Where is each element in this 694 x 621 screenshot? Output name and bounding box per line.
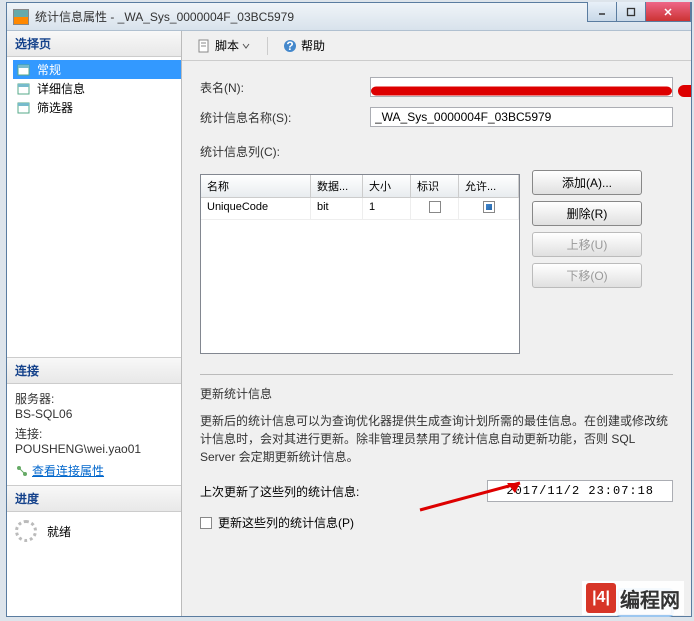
- select-page-header: 选择页: [7, 31, 181, 57]
- update-header: 更新统计信息: [200, 385, 272, 402]
- add-button[interactable]: 添加(A)...: [532, 170, 642, 195]
- connection-icon: [15, 464, 29, 478]
- cell-name: UniqueCode: [201, 198, 311, 219]
- page-icon: [17, 101, 33, 115]
- update-checkbox-label: 更新这些列的统计信息(P): [218, 514, 354, 531]
- grid-container: 名称 数据... 大小 标识 允许... UniqueCode bit 1: [200, 170, 673, 354]
- remove-button[interactable]: 删除(R): [532, 201, 642, 226]
- cell-allow[interactable]: [459, 198, 519, 219]
- tree-item-details[interactable]: 详细信息: [13, 79, 181, 98]
- minimize-button[interactable]: [587, 2, 617, 22]
- help-icon: ?: [282, 38, 298, 54]
- svg-text:?: ?: [286, 39, 293, 53]
- progress-section: 进度 就绪: [7, 485, 181, 550]
- script-button[interactable]: 脚本: [190, 35, 259, 56]
- watermark-text: 编程网: [620, 584, 680, 613]
- move-down-button[interactable]: 下移(O): [532, 263, 642, 288]
- col-allow[interactable]: 允许...: [459, 175, 519, 197]
- window-controls: [588, 2, 691, 22]
- conn-value: POUSHENG\wei.yao01: [15, 442, 173, 456]
- table-name-label: 表名(N):: [200, 79, 370, 96]
- toolbar: 脚本 ? 帮助: [182, 31, 691, 61]
- page-tree: 常规 详细信息 筛选器: [7, 57, 181, 357]
- tree-item-filter[interactable]: 筛选器: [13, 98, 181, 117]
- tree-label: 详细信息: [37, 80, 85, 97]
- tree-label: 筛选器: [37, 99, 73, 116]
- stat-name-label: 统计信息名称(S):: [200, 109, 370, 126]
- cell-flag[interactable]: [411, 198, 459, 219]
- right-panel: 脚本 ? 帮助 表名(N): 统计信息名称(S):: [182, 31, 691, 616]
- stat-name-input[interactable]: [370, 107, 673, 127]
- close-button[interactable]: [645, 2, 691, 22]
- update-checkbox[interactable]: [200, 517, 212, 529]
- view-connection-props-link[interactable]: 查看连接属性: [15, 462, 173, 479]
- col-datatype[interactable]: 数据...: [311, 175, 363, 197]
- help-button[interactable]: ? 帮助: [276, 35, 331, 56]
- left-panel: 选择页 常规 详细信息 筛选器 连接 服务器: BS-SQL06: [7, 31, 182, 616]
- col-flag[interactable]: 标识: [411, 175, 459, 197]
- side-buttons: 添加(A)... 删除(R) 上移(U) 下移(O): [532, 170, 642, 288]
- conn-label: 连接:: [15, 425, 173, 442]
- script-icon: [196, 38, 212, 54]
- columns-grid[interactable]: 名称 数据... 大小 标识 允许... UniqueCode bit 1: [200, 174, 520, 354]
- progress-header: 进度: [7, 486, 181, 512]
- app-icon: [13, 9, 29, 25]
- page-icon: [17, 82, 33, 96]
- table-name-input[interactable]: [370, 77, 673, 97]
- page-icon: [17, 63, 33, 77]
- last-updated-label: 上次更新了这些列的统计信息:: [200, 483, 359, 500]
- watermark: |4| 编程网: [582, 581, 684, 615]
- title-bar[interactable]: 统计信息属性 - _WA_Sys_0000004F_03BC5979: [7, 3, 691, 31]
- server-label: 服务器:: [15, 390, 173, 407]
- grid-header: 名称 数据... 大小 标识 允许...: [201, 175, 519, 198]
- cell-size: 1: [363, 198, 411, 219]
- tree-label: 常规: [37, 61, 61, 78]
- chevron-down-icon: [242, 38, 250, 54]
- col-size[interactable]: 大小: [363, 175, 411, 197]
- progress-status: 就绪: [47, 523, 71, 540]
- properties-window: 统计信息属性 - _WA_Sys_0000004F_03BC5979 选择页 常…: [6, 2, 692, 617]
- annotation-arrow-icon: [415, 475, 535, 518]
- cell-datatype: bit: [311, 198, 363, 219]
- table-row[interactable]: UniqueCode bit 1: [201, 198, 519, 220]
- move-up-button[interactable]: 上移(U): [532, 232, 642, 257]
- separator: [267, 37, 268, 55]
- progress-spinner-icon: [15, 520, 37, 542]
- col-name[interactable]: 名称: [201, 175, 311, 197]
- content-area: 表名(N): 统计信息名称(S): 统计信息列(C): 名称 数据...: [182, 61, 691, 616]
- body: 选择页 常规 详细信息 筛选器 连接 服务器: BS-SQL06: [7, 31, 691, 616]
- update-description: 更新后的统计信息可以为查询优化器提供生成查询计划所需的最佳信息。在创建或修改统计…: [200, 412, 673, 466]
- connection-header: 连接: [7, 358, 181, 384]
- watermark-logo-icon: |4|: [586, 583, 616, 613]
- connection-section: 连接 服务器: BS-SQL06 连接: POUSHENG\wei.yao01 …: [7, 357, 181, 485]
- server-value: BS-SQL06: [15, 407, 173, 421]
- tree-item-general[interactable]: 常规: [13, 60, 181, 79]
- stat-cols-label: 统计信息列(C):: [200, 143, 370, 160]
- maximize-button[interactable]: [616, 2, 646, 22]
- window-title: 统计信息属性 - _WA_Sys_0000004F_03BC5979: [35, 8, 294, 25]
- update-stats-section: 更新统计信息 更新后的统计信息可以为查询优化器提供生成查询计划所需的最佳信息。在…: [200, 374, 673, 531]
